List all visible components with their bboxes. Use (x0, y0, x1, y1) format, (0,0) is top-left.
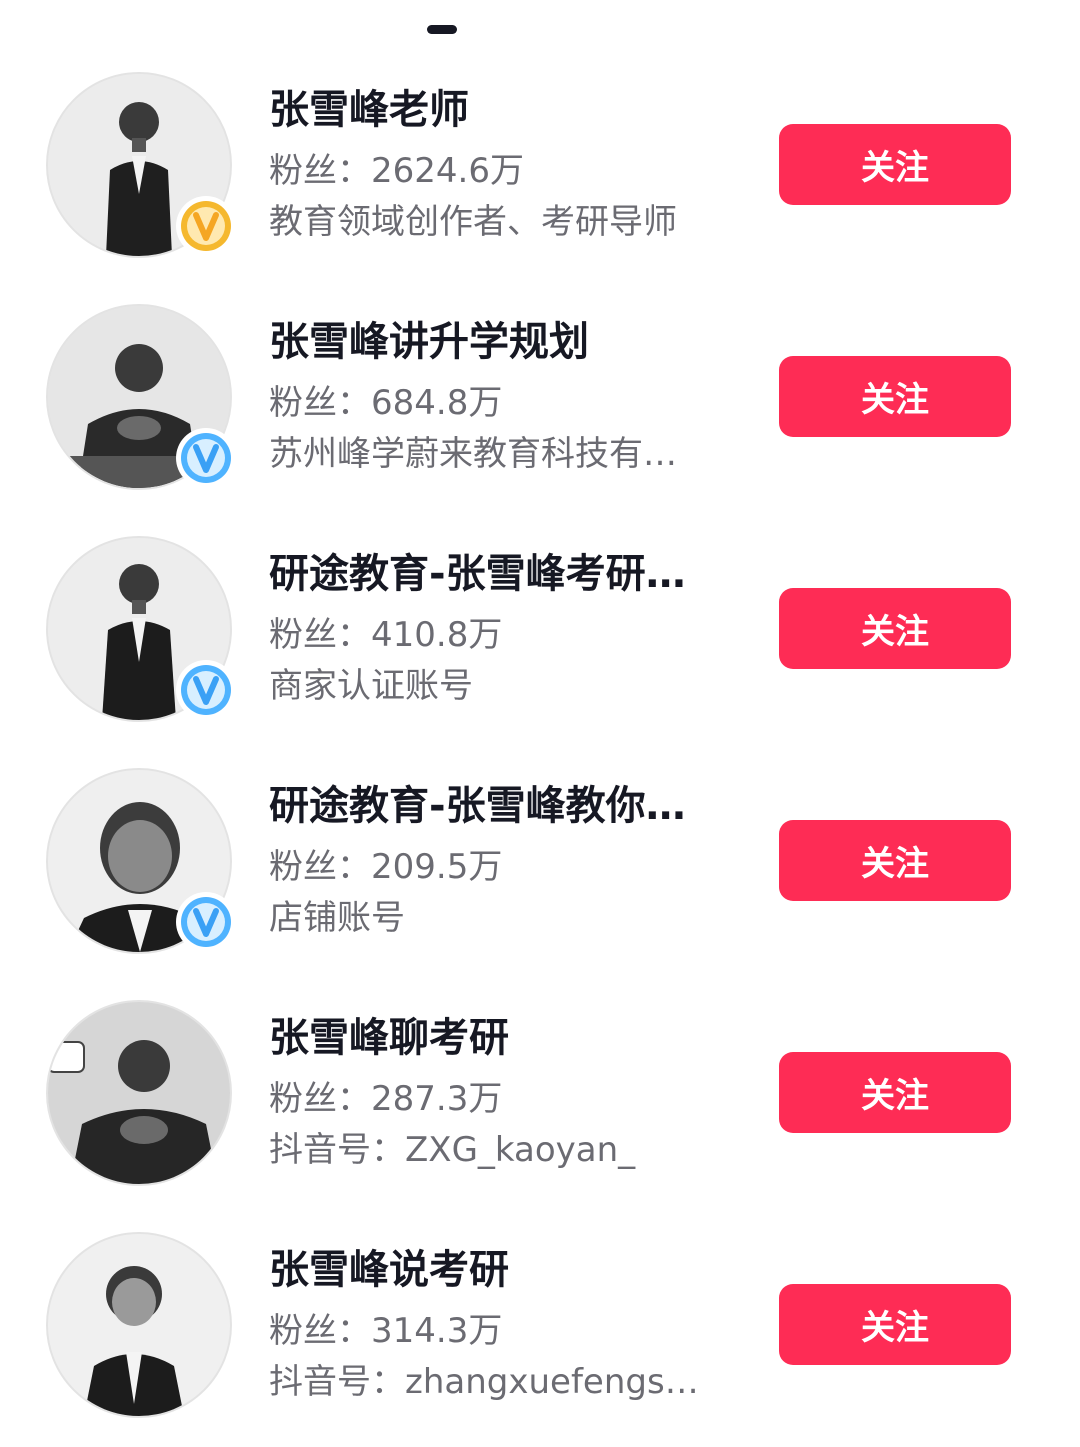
list-item[interactable]: 研途教育-张雪峰考研… 粉丝：410.8万 商家认证账号 关注 (0, 464, 1080, 722)
account-name: 研途教育-张雪峰考研… (269, 551, 686, 597)
fans-value: 2624.6万 (371, 151, 524, 191)
fans-count: 粉丝：2624.6万 (269, 148, 524, 194)
fans-value: 410.8万 (371, 615, 503, 655)
fans-label: 粉丝： (269, 1311, 371, 1351)
follow-button[interactable]: 关注 (779, 1284, 1011, 1365)
fans-count: 粉丝：287.3万 (269, 1076, 502, 1122)
fans-value: 287.3万 (371, 1079, 503, 1119)
fans-label: 粉丝： (269, 151, 371, 191)
follow-button[interactable]: 关注 (779, 820, 1011, 901)
account-name: 张雪峰讲升学规划 (269, 319, 589, 365)
follow-button[interactable]: 关注 (779, 356, 1011, 437)
follow-button[interactable]: 关注 (779, 124, 1011, 205)
fans-label: 粉丝： (269, 1079, 371, 1119)
fans-label: 粉丝： (269, 847, 371, 887)
account-name: 研途教育-张雪峰教你… (269, 783, 686, 829)
fans-count: 粉丝：684.8万 (269, 380, 502, 426)
list-item[interactable]: 张雪峰老师 粉丝：2624.6万 教育领域创作者、考研导师 关注 (0, 0, 1080, 258)
fans-count: 粉丝：209.5万 (269, 844, 502, 890)
fans-count: 粉丝：410.8万 (269, 612, 502, 658)
fans-label: 粉丝： (269, 615, 371, 655)
fans-value: 314.3万 (371, 1311, 503, 1351)
account-description: 抖音号：zhangxuefengshuo (269, 1362, 714, 1402)
list-item[interactable]: 张雪峰说考研 粉丝：314.3万 抖音号：zhangxuefengshuo 关注 (0, 1160, 1080, 1418)
follow-button[interactable]: 关注 (779, 1052, 1011, 1133)
list-item[interactable]: 研途教育-张雪峰教你… 粉丝：209.5万 店铺账号 关注 (0, 696, 1080, 954)
account-name: 张雪峰老师 (269, 87, 469, 133)
list-item[interactable]: 张雪峰讲升学规划 粉丝：684.8万 苏州峰学蔚来教育科技有… 关注 (0, 232, 1080, 490)
fans-label: 粉丝： (269, 383, 371, 423)
avatar[interactable] (46, 1232, 232, 1418)
fans-count: 粉丝：314.3万 (269, 1308, 502, 1354)
avatar[interactable] (46, 1000, 232, 1186)
account-name: 张雪峰说考研 (269, 1247, 509, 1293)
fans-value: 209.5万 (371, 847, 503, 887)
list-item[interactable]: 张雪峰聊考研 粉丝：287.3万 抖音号：ZXG_kaoyan_ 关注 (0, 928, 1080, 1186)
account-name: 张雪峰聊考研 (269, 1015, 509, 1061)
follow-button[interactable]: 关注 (779, 588, 1011, 669)
fans-value: 684.8万 (371, 383, 503, 423)
